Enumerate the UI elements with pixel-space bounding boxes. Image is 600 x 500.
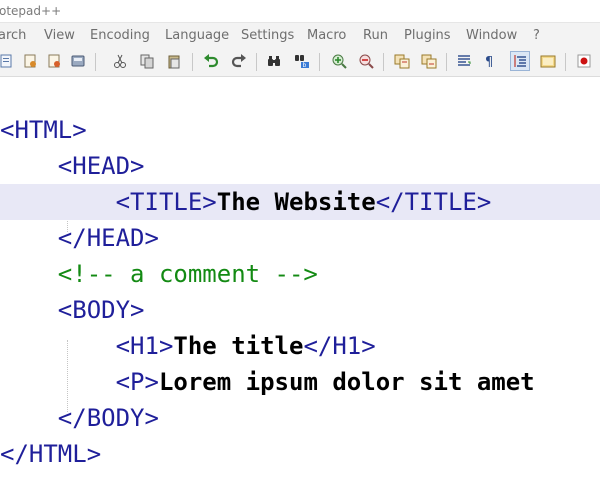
toolbar-separator <box>565 53 566 71</box>
svg-text:¶: ¶ <box>485 55 493 69</box>
zoom-in-icon[interactable] <box>329 51 349 71</box>
toolbar-separator <box>192 53 193 71</box>
code-line[interactable]: <P>Lorem ipsum dolor sit amet <box>0 364 600 400</box>
h1-close-tag: </H1> <box>303 332 376 360</box>
menu-macro[interactable]: Macro <box>307 23 346 48</box>
svg-text:b: b <box>303 62 307 69</box>
menu-view[interactable]: View <box>44 23 75 48</box>
head-close-tag: </HEAD> <box>57 224 159 252</box>
record-macro-icon[interactable] <box>574 51 594 71</box>
toolbar-separator <box>383 53 384 71</box>
save-icon[interactable] <box>44 51 64 71</box>
html-close-tag: </HTML> <box>0 440 102 468</box>
body-open-tag: <BODY> <box>57 296 145 324</box>
menu-language[interactable]: Language <box>165 23 229 48</box>
code-line[interactable]: <BODY> <box>0 292 600 328</box>
find-icon[interactable] <box>264 51 284 71</box>
sync-horizontal-icon[interactable] <box>419 51 439 71</box>
menu-plugins[interactable]: Plugins <box>404 23 451 48</box>
redo-icon[interactable] <box>229 51 249 71</box>
code-line[interactable]: <HTML> <box>0 112 600 148</box>
toolbar: b ¶ <box>0 48 600 77</box>
code-line[interactable]: </BODY> <box>0 400 600 436</box>
code-editor[interactable]: <HTML> <HEAD> <TITLE>The Website</TITLE>… <box>0 96 600 500</box>
menu-run[interactable]: Run <box>363 23 388 48</box>
copy-icon[interactable] <box>137 51 157 71</box>
h1-open-tag: <H1> <box>115 332 174 360</box>
current-code-line[interactable]: <TITLE>The Website</TITLE> <box>0 184 600 220</box>
window-title: otepad++ <box>0 4 62 18</box>
replace-icon[interactable]: b <box>292 51 312 71</box>
save-all-icon[interactable] <box>68 51 88 71</box>
menu-search[interactable]: arch <box>0 23 26 48</box>
head-open-tag: <HEAD> <box>57 152 145 180</box>
menu-window[interactable]: Window <box>466 23 517 48</box>
show-all-chars-icon[interactable]: ¶ <box>480 51 500 71</box>
menu-encoding[interactable]: Encoding <box>90 23 150 48</box>
toolbar-separator <box>446 53 447 71</box>
title-text: The Website <box>216 188 376 216</box>
code-line[interactable]: <!-- a comment --> <box>0 256 600 292</box>
title-open-tag: <TITLE> <box>115 188 217 216</box>
toolbar-separator <box>95 53 96 71</box>
toolbar-separator <box>256 53 257 71</box>
title-bar: otepad++ <box>0 0 600 23</box>
toolbar-separator <box>319 53 320 71</box>
code-line[interactable]: <H1>The title</H1> <box>0 328 600 364</box>
html-comment: <!-- a comment --> <box>57 260 318 288</box>
new-file-icon[interactable] <box>0 51 16 71</box>
body-close-tag: </BODY> <box>57 404 159 432</box>
h1-text: The title <box>173 332 304 360</box>
doc-map-icon[interactable] <box>538 51 558 71</box>
sync-vertical-icon[interactable] <box>392 51 412 71</box>
open-file-icon[interactable] <box>20 51 40 71</box>
paragraph-text: Lorem ipsum dolor sit amet <box>158 368 535 396</box>
title-close-tag: </TITLE> <box>375 188 492 216</box>
word-wrap-icon[interactable] <box>454 51 474 71</box>
p-open-tag: <P> <box>115 368 159 396</box>
code-line[interactable]: </HEAD> <box>0 220 600 256</box>
paste-icon[interactable] <box>164 51 184 71</box>
cut-icon[interactable] <box>110 51 130 71</box>
code-line[interactable]: </HTML> <box>0 436 600 472</box>
menu-settings[interactable]: Settings <box>241 23 294 48</box>
menu-bar: arch View Encoding Language Settings Mac… <box>0 23 600 48</box>
menu-help[interactable]: ? <box>533 23 540 48</box>
undo-icon[interactable] <box>201 51 221 71</box>
zoom-out-icon[interactable] <box>356 51 376 71</box>
code-line[interactable]: <HEAD> <box>0 148 600 184</box>
indent-guide-icon[interactable] <box>510 51 530 71</box>
html-open-tag: <HTML> <box>0 116 87 144</box>
